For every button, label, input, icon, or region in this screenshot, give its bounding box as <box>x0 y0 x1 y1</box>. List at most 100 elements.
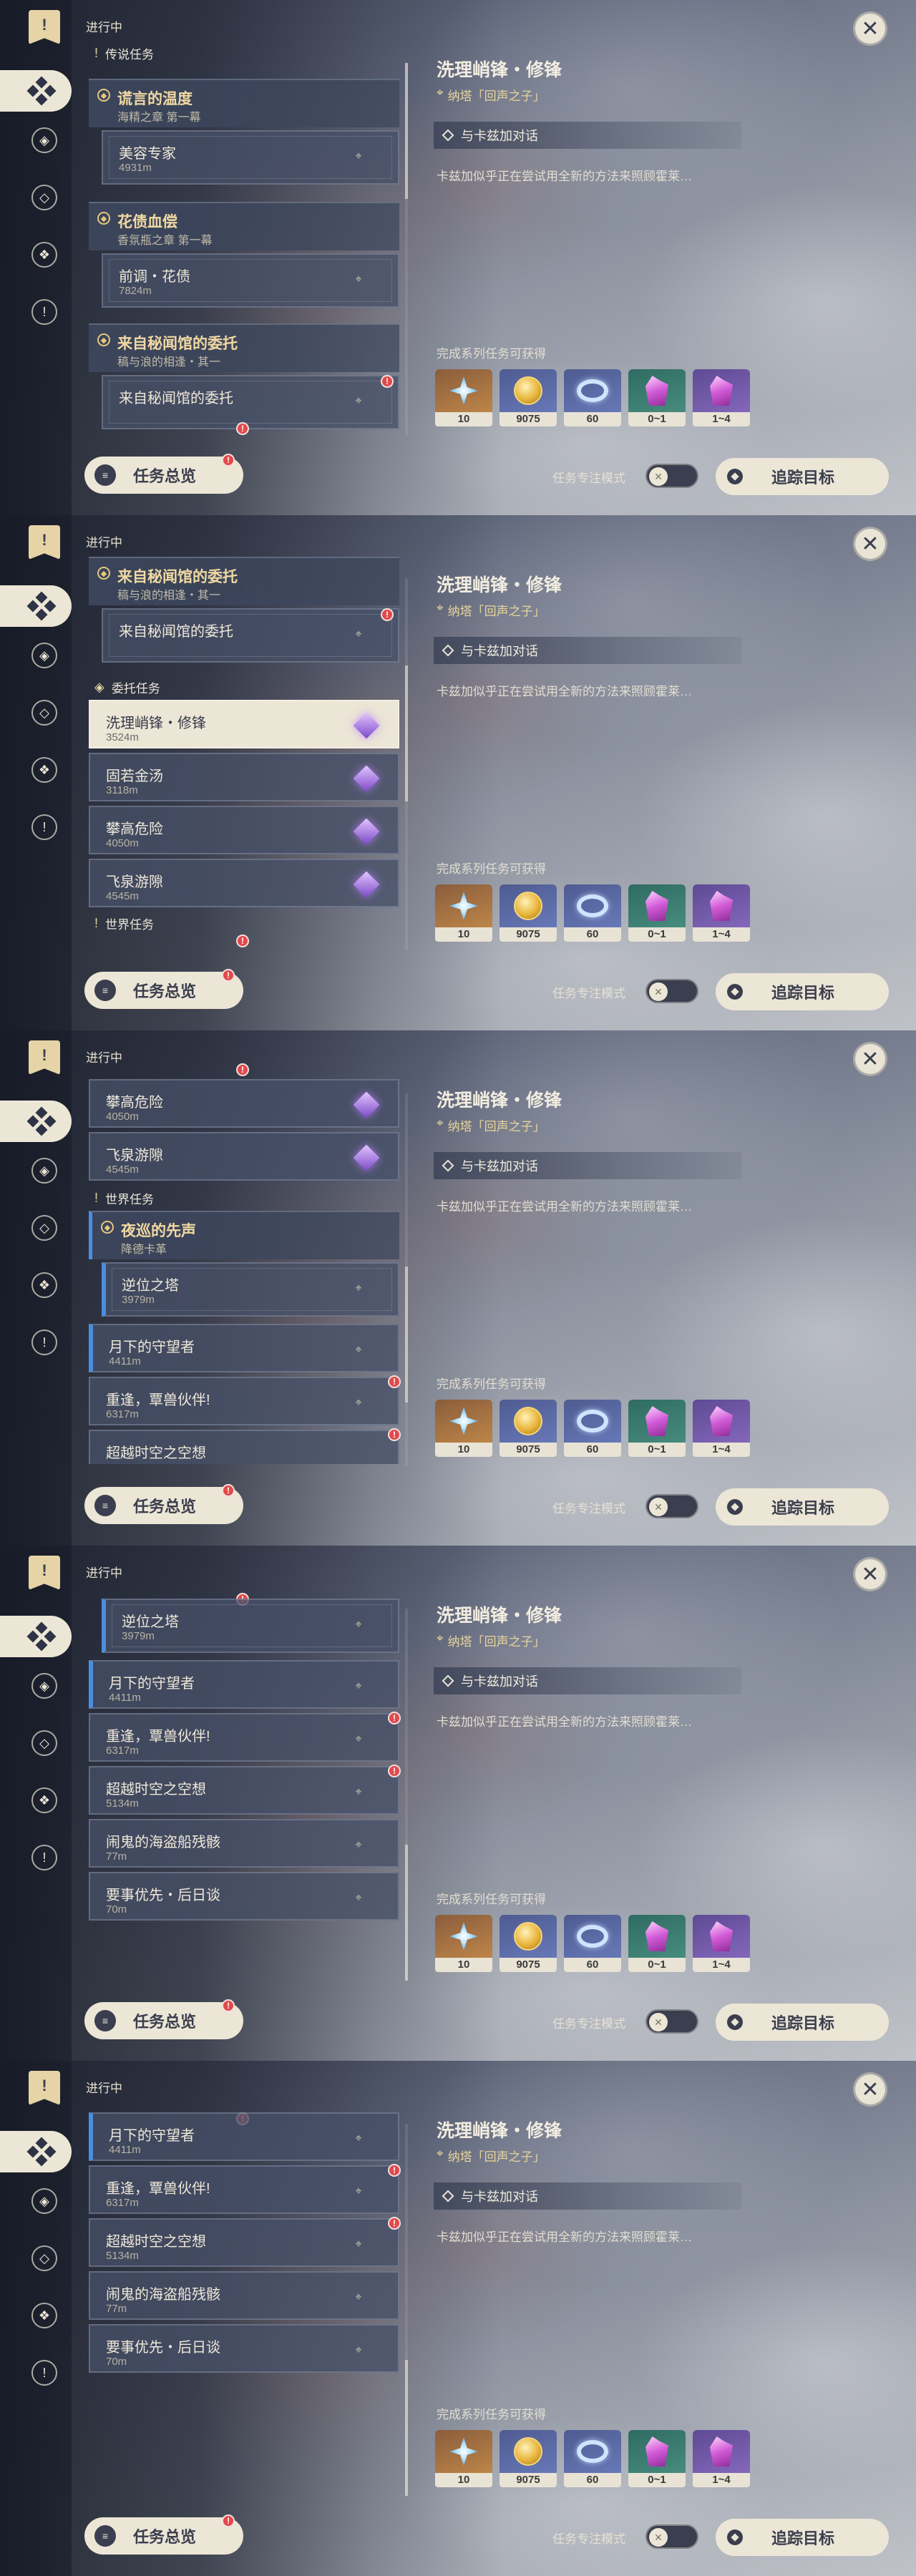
reward-crystal-purple[interactable]: 1~4 <box>693 884 750 942</box>
story-icon[interactable]: ◇ <box>31 700 57 726</box>
sidebar-item-commission[interactable] <box>0 2131 72 2172</box>
close-button[interactable]: ✕ <box>853 11 887 46</box>
focus-mode-toggle[interactable]: ✕ <box>645 464 698 488</box>
reward-mora[interactable]: 9075 <box>500 1915 557 1972</box>
location-pin-icon[interactable]: ⌖ <box>348 2287 369 2308</box>
quest-item[interactable]: 固若金汤 3118m <box>89 753 399 801</box>
focus-mode-toggle[interactable]: ✕ <box>645 979 698 1003</box>
quest-group[interactable]: ◆ 来自秘闻馆的委托 稿与浪的相逢・其一 <box>89 323 399 372</box>
location-pin-icon[interactable]: ⌖ <box>348 2234 369 2255</box>
story-icon[interactable]: ◇ <box>31 2245 57 2271</box>
archon-icon[interactable]: ◈ <box>31 643 57 668</box>
quest-item[interactable]: 飞泉游隙 4545m <box>89 1132 399 1181</box>
story-icon[interactable]: ◇ <box>31 185 57 210</box>
location-pin-icon[interactable]: ⌖ <box>348 1782 369 1803</box>
reward-adventure-exp[interactable]: 60 <box>564 1915 621 1972</box>
quest-group[interactable]: ◆ 夜巡的先声 降德卡革 <box>89 1211 399 1259</box>
quest-item[interactable]: 攀高危险 4050m <box>89 1079 399 1128</box>
reward-crystal-green[interactable]: 0~1 <box>628 884 686 942</box>
archon-icon[interactable]: ◈ <box>31 2188 57 2214</box>
location-pin-icon[interactable]: ⌖ <box>348 1614 369 1636</box>
quest-item[interactable]: 攀高危险 4050m <box>89 806 399 854</box>
track-button[interactable]: 追踪目标 <box>716 1488 889 1526</box>
quest-list[interactable]: ◆ 来自秘闻馆的委托 稿与浪的相逢・其一 来自秘闻馆的委托 ⌖ ! ◈ 委托任务 … <box>87 550 402 949</box>
sidebar-item-commission[interactable] <box>0 1101 72 1142</box>
quest-list[interactable]: 月下的守望者 4411m ⌖ 重逢，覃兽伙伴! 6317m ⌖ ! 超越时空之空… <box>87 2095 402 2494</box>
reward-mora[interactable]: 9075 <box>500 884 557 942</box>
track-button[interactable]: 追踪目标 <box>716 458 889 495</box>
quest-item[interactable]: 要事优先・后日谈 70m ⌖ <box>89 2324 399 2373</box>
quest-overview-button[interactable]: ≡ 任务总览 <box>84 972 243 1009</box>
quest-group[interactable]: ◆ 来自秘闻馆的委托 稿与浪的相逢・其一 <box>89 557 399 605</box>
quest-item[interactable]: 闹鬼的海盗船残骸 77m ⌖ <box>89 1819 399 1868</box>
reward-primogem[interactable]: 10 <box>435 369 492 426</box>
world-icon[interactable]: ❖ <box>31 1272 57 1298</box>
reward-primogem[interactable]: 10 <box>435 1400 492 1457</box>
focus-mode-toggle[interactable]: ✕ <box>645 1494 698 1518</box>
location-pin-icon[interactable]: ⌖ <box>348 391 369 412</box>
location-pin-icon[interactable]: ⌖ <box>348 1278 369 1299</box>
scrollbar-thumb[interactable] <box>405 63 408 199</box>
location-pin-icon[interactable]: ⌖ <box>348 1392 369 1414</box>
quest-item[interactable]: 美容专家 4931m ⌖ <box>102 130 399 185</box>
close-button[interactable]: ✕ <box>853 2072 887 2107</box>
quest-item[interactable]: 超越时空之空想 5134m ⌖ ! <box>89 1765 401 1815</box>
reward-crystal-green[interactable]: 0~1 <box>628 2430 686 2487</box>
reward-adventure-exp[interactable]: 60 <box>564 884 621 942</box>
exclaim-icon[interactable]: ! <box>31 1845 57 1870</box>
reward-adventure-exp[interactable]: 60 <box>564 1400 621 1457</box>
archon-icon[interactable]: ◈ <box>31 1158 57 1184</box>
quest-item[interactable]: 要事优先・后日谈 70m ⌖ <box>89 1872 399 1921</box>
reward-mora[interactable]: 9075 <box>500 1400 557 1457</box>
location-pin-icon[interactable]: ⌖ <box>348 1340 369 1361</box>
reward-primogem[interactable]: 10 <box>435 2430 492 2487</box>
reward-mora[interactable]: 9075 <box>500 369 557 426</box>
quest-item[interactable]: 闹鬼的海盗船残骸 77m ⌖ <box>89 2271 399 2320</box>
track-button[interactable]: 追踪目标 <box>716 973 889 1010</box>
quest-item[interactable]: 前调・花债 7824m ⌖ <box>102 253 399 308</box>
exclaim-icon[interactable]: ! <box>31 299 57 325</box>
world-icon[interactable]: ❖ <box>31 2303 57 2328</box>
quest-item[interactable]: 重逢，覃兽伙伴! 6317m ⌖ ! <box>89 2164 401 2214</box>
location-pin-icon[interactable]: ⌖ <box>348 146 369 167</box>
quest-item[interactable]: 超越时空之空想 5134m ⌖ ! <box>89 2217 401 2267</box>
location-pin-icon[interactable]: ⌖ <box>348 1888 369 1909</box>
exclaim-icon[interactable]: ! <box>31 2360 57 2386</box>
scrollbar-thumb[interactable] <box>405 665 408 801</box>
quest-item[interactable]: 逆位之塔 3979m ⌖ <box>102 1599 399 1653</box>
quest-item[interactable]: 来自秘闻馆的委托 ⌖ ! <box>102 375 399 429</box>
reward-adventure-exp[interactable]: 60 <box>564 2430 621 2487</box>
story-icon[interactable]: ◇ <box>31 1730 57 1756</box>
quest-book-icon[interactable]: ! <box>29 1556 60 1590</box>
quest-list[interactable]: ! 传说任务 ◆ 谎言的温度 海精之章 第一幕 美容专家 4931m ⌖ ◆ 花债… <box>87 34 402 434</box>
quest-overview-button[interactable]: ≡ 任务总览 <box>84 457 243 494</box>
quest-item[interactable]: 超越时空之空想 ! <box>89 1428 401 1464</box>
track-button[interactable]: 追踪目标 <box>716 2004 889 2041</box>
quest-list[interactable]: 攀高危险 4050m 飞泉游隙 4545m ! 世界任务 ◆ 夜巡的先声 降德卡革… <box>87 1065 402 1464</box>
quest-overview-button[interactable]: ≡ 任务总览 <box>84 2517 243 2555</box>
close-button[interactable]: ✕ <box>853 527 887 561</box>
story-icon[interactable]: ◇ <box>31 1215 57 1241</box>
quest-list[interactable]: 逆位之塔 3979m ⌖ 月下的守望者 4411m ⌖ 重逢，覃兽伙伴! 631… <box>87 1580 402 1979</box>
reward-crystal-purple[interactable]: 1~4 <box>693 1915 750 1972</box>
sidebar-item-commission[interactable] <box>0 585 72 627</box>
location-pin-icon[interactable]: ⌖ <box>348 624 369 645</box>
quest-book-icon[interactable]: ! <box>29 10 60 44</box>
location-pin-icon[interactable]: ⌖ <box>348 1729 369 1750</box>
close-button[interactable]: ✕ <box>853 1557 887 1591</box>
location-pin-icon[interactable]: ⌖ <box>348 269 369 291</box>
quest-item[interactable]: 月下的守望者 4411m ⌖ <box>89 2112 399 2161</box>
focus-mode-toggle[interactable]: ✕ <box>645 2524 698 2549</box>
reward-primogem[interactable]: 10 <box>435 1915 492 1972</box>
reward-crystal-purple[interactable]: 1~4 <box>693 369 750 426</box>
reward-crystal-green[interactable]: 0~1 <box>628 369 686 426</box>
reward-crystal-purple[interactable]: 1~4 <box>693 2430 750 2487</box>
location-pin-icon[interactable]: ⌖ <box>348 2181 369 2202</box>
scrollbar-thumb[interactable] <box>405 1845 408 1981</box>
exclaim-icon[interactable]: ! <box>31 1330 57 1355</box>
quest-item[interactable]: 重逢，覃兽伙伴! 6317m ⌖ ! <box>89 1712 401 1762</box>
location-pin-icon[interactable]: ⌖ <box>348 2128 369 2150</box>
quest-book-icon[interactable]: ! <box>29 1040 60 1075</box>
quest-item[interactable]: 飞泉游隙 4545m <box>89 859 399 907</box>
quest-item[interactable]: 重逢，覃兽伙伴! 6317m ⌖ ! <box>89 1375 401 1425</box>
